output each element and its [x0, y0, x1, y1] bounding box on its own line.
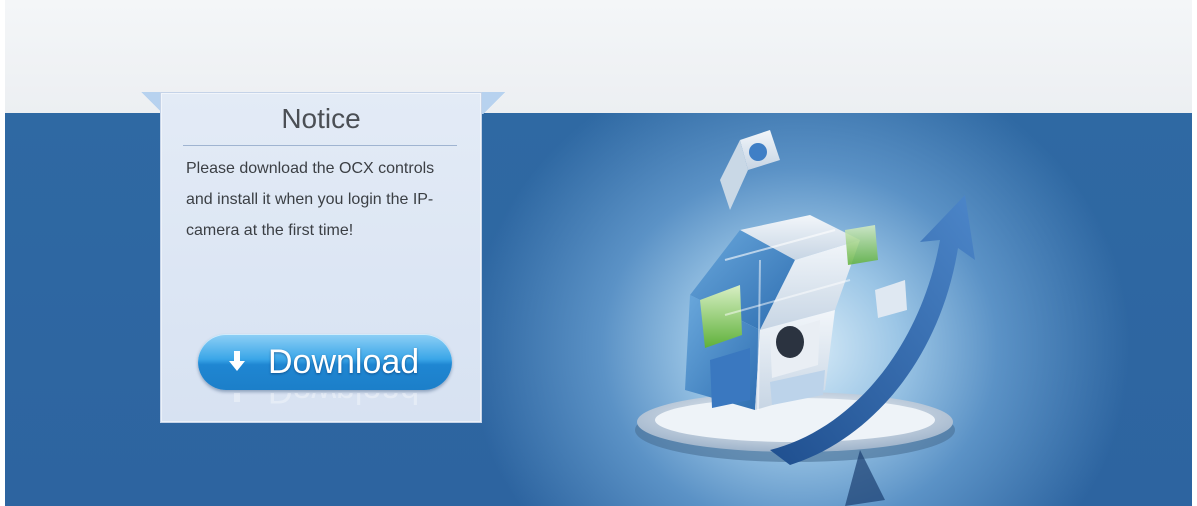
download-button[interactable]: Download — [198, 334, 452, 390]
download-button-label: Download — [268, 342, 420, 381]
notice-message: Please download the OCX controls and ins… — [186, 160, 435, 239]
download-arrow-reflection-icon — [228, 393, 246, 403]
notice-card-right-tab — [482, 92, 506, 114]
notice-title: Notice — [281, 103, 361, 134]
download-arrow-icon — [228, 350, 246, 374]
cube-arrow-illustration — [635, 130, 975, 506]
download-reflection-label: Download — [268, 393, 419, 411]
notice-divider — [183, 145, 457, 146]
notice-card: Notice Please download the OCX controls … — [160, 92, 482, 423]
download-button-reflection: Download — [198, 393, 452, 419]
